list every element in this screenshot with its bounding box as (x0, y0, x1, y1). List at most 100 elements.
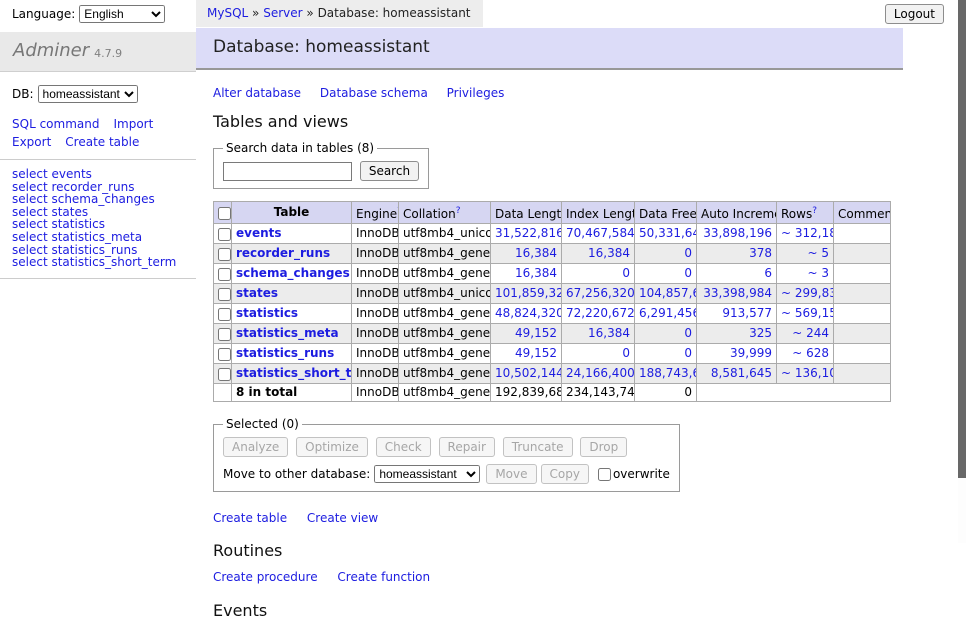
table-link[interactable]: schema_changes (236, 266, 350, 280)
adminer-version[interactable]: 4.7.9 (94, 47, 122, 61)
auto-increment-link[interactable]: 913,577 (722, 306, 772, 320)
help-link-icon[interactable]: ? (456, 206, 461, 216)
data-length-link[interactable]: 49,152 (515, 346, 557, 360)
index-length-link[interactable]: 70,467,584 (566, 226, 635, 240)
row-checkbox[interactable] (218, 348, 231, 361)
row-checkbox[interactable] (218, 268, 231, 281)
row-checkbox[interactable] (218, 228, 231, 241)
copy-button[interactable]: Copy (541, 464, 589, 484)
engine-cell: InnoDB (352, 244, 399, 264)
data-free-link[interactable]: 0 (684, 346, 692, 360)
table-link[interactable]: states (236, 286, 278, 300)
drop-button[interactable]: Drop (580, 437, 627, 457)
auto-increment-link[interactable]: 33,898,196 (703, 226, 772, 240)
create-table-link-side[interactable]: Create table (65, 135, 139, 149)
index-length-link[interactable]: 24,166,400 (566, 366, 635, 380)
data-length-link[interactable]: 31,522,816 (495, 226, 562, 240)
sql-command-link[interactable]: SQL command (12, 117, 99, 131)
comment-cell (834, 244, 891, 264)
create-function-link[interactable]: Create function (337, 570, 430, 584)
rows-count-link[interactable]: ~ 299,833 (781, 286, 834, 300)
help-link-icon[interactable]: ? (812, 206, 817, 216)
auto-increment-link[interactable]: 325 (749, 326, 772, 340)
rows-count-link[interactable]: ~ 312,180 (781, 226, 834, 240)
index-length-link[interactable]: 72,220,672 (566, 306, 635, 320)
table-link[interactable]: events (236, 226, 282, 240)
move-database-select[interactable]: homeassistant (374, 465, 480, 483)
comment-cell (834, 264, 891, 284)
table-link[interactable]: statistics_meta (236, 326, 339, 340)
auto-increment-link[interactable]: 378 (749, 246, 772, 260)
breadcrumb-separator: » (306, 6, 313, 20)
database-schema-link[interactable]: Database schema (320, 86, 428, 100)
data-length-link[interactable]: 48,824,320 (495, 306, 562, 320)
row-checkbox[interactable] (218, 368, 231, 381)
privileges-link[interactable]: Privileges (447, 86, 505, 100)
move-button[interactable]: Move (486, 464, 536, 484)
rows-count-link[interactable]: ~ 5 (807, 246, 829, 260)
export-link[interactable]: Export (12, 135, 51, 149)
table-link[interactable]: recorder_runs (236, 246, 330, 260)
index-length-link[interactable]: 0 (622, 266, 630, 280)
engine-cell: InnoDB (352, 324, 399, 344)
logout-button[interactable]: Logout (885, 4, 944, 24)
collation-cell: utf8mb4_general_ci (399, 244, 491, 264)
index-length-link[interactable]: 67,256,320 (566, 286, 635, 300)
index-length-link[interactable]: 16,384 (588, 246, 630, 260)
data-free-link[interactable]: 6,291,456 (639, 306, 697, 320)
scrollbar-thumb[interactable] (958, 0, 966, 478)
data-length-link[interactable]: 16,384 (515, 246, 557, 260)
data-length-link[interactable]: 16,384 (515, 266, 557, 280)
data-free-link[interactable]: 50,331,648 (639, 226, 697, 240)
auto-increment-link[interactable]: 8,581,645 (711, 366, 772, 380)
row-checkbox[interactable] (218, 308, 231, 321)
adminer-logo[interactable]: Adminer (13, 40, 89, 63)
search-button[interactable]: Search (360, 161, 419, 181)
table-link[interactable]: statistics_runs (236, 346, 334, 360)
table-link[interactable]: statistics (236, 306, 298, 320)
sidebar-item-select-statistics-short-term[interactable]: select statistics_short_term (12, 255, 176, 269)
rows-count-link[interactable]: ~ 244 (792, 326, 829, 340)
total-engine-cell: InnoDB (352, 384, 399, 402)
breadcrumb-server-link[interactable]: Server (263, 6, 302, 20)
db-select[interactable]: homeassistant (38, 85, 138, 103)
create-table-link[interactable]: Create table (213, 511, 287, 525)
select-all-checkbox[interactable] (218, 207, 231, 220)
create-view-link[interactable]: Create view (307, 511, 378, 525)
import-link[interactable]: Import (113, 117, 153, 131)
analyze-button[interactable]: Analyze (223, 437, 288, 457)
truncate-button[interactable]: Truncate (503, 437, 573, 457)
language-select[interactable]: English (79, 5, 165, 23)
auto-increment-link[interactable]: 33,398,984 (703, 286, 772, 300)
comment-cell (834, 224, 891, 244)
optimize-button[interactable]: Optimize (296, 437, 368, 457)
check-button[interactable]: Check (376, 437, 431, 457)
data-free-link[interactable]: 188,743,680 (639, 366, 697, 380)
rows-count-link[interactable]: ~ 569,159 (781, 306, 834, 320)
rows-count-link[interactable]: ~ 136,108 (781, 366, 834, 380)
search-input[interactable] (223, 162, 352, 181)
overwrite-checkbox[interactable] (598, 468, 611, 481)
data-free-link[interactable]: 0 (684, 246, 692, 260)
auto-increment-link[interactable]: 6 (764, 266, 772, 280)
auto-increment-link[interactable]: 39,999 (730, 346, 772, 360)
data-free-link[interactable]: 0 (684, 326, 692, 340)
rows-count-link[interactable]: ~ 628 (792, 346, 829, 360)
data-free-link[interactable]: 0 (684, 266, 692, 280)
repair-button[interactable]: Repair (439, 437, 495, 457)
data-free-link[interactable]: 104,857,600 (639, 286, 697, 300)
row-checkbox[interactable] (218, 288, 231, 301)
index-length-link[interactable]: 16,384 (588, 326, 630, 340)
data-length-link[interactable]: 101,859,328 (495, 286, 562, 300)
index-length-link[interactable]: 0 (622, 346, 630, 360)
data-length-link[interactable]: 49,152 (515, 326, 557, 340)
table-row: statistics_meta InnoDB utf8mb4_general_c… (214, 324, 891, 344)
create-procedure-link[interactable]: Create procedure (213, 570, 318, 584)
breadcrumb-mysql-link[interactable]: MySQL (207, 6, 248, 20)
row-checkbox[interactable] (218, 248, 231, 261)
rows-count-link[interactable]: ~ 3 (807, 266, 829, 280)
row-checkbox[interactable] (218, 328, 231, 341)
table-link[interactable]: statistics_short_term (236, 366, 352, 380)
data-length-link[interactable]: 10,502,144 (495, 366, 562, 380)
alter-database-link[interactable]: Alter database (213, 86, 301, 100)
